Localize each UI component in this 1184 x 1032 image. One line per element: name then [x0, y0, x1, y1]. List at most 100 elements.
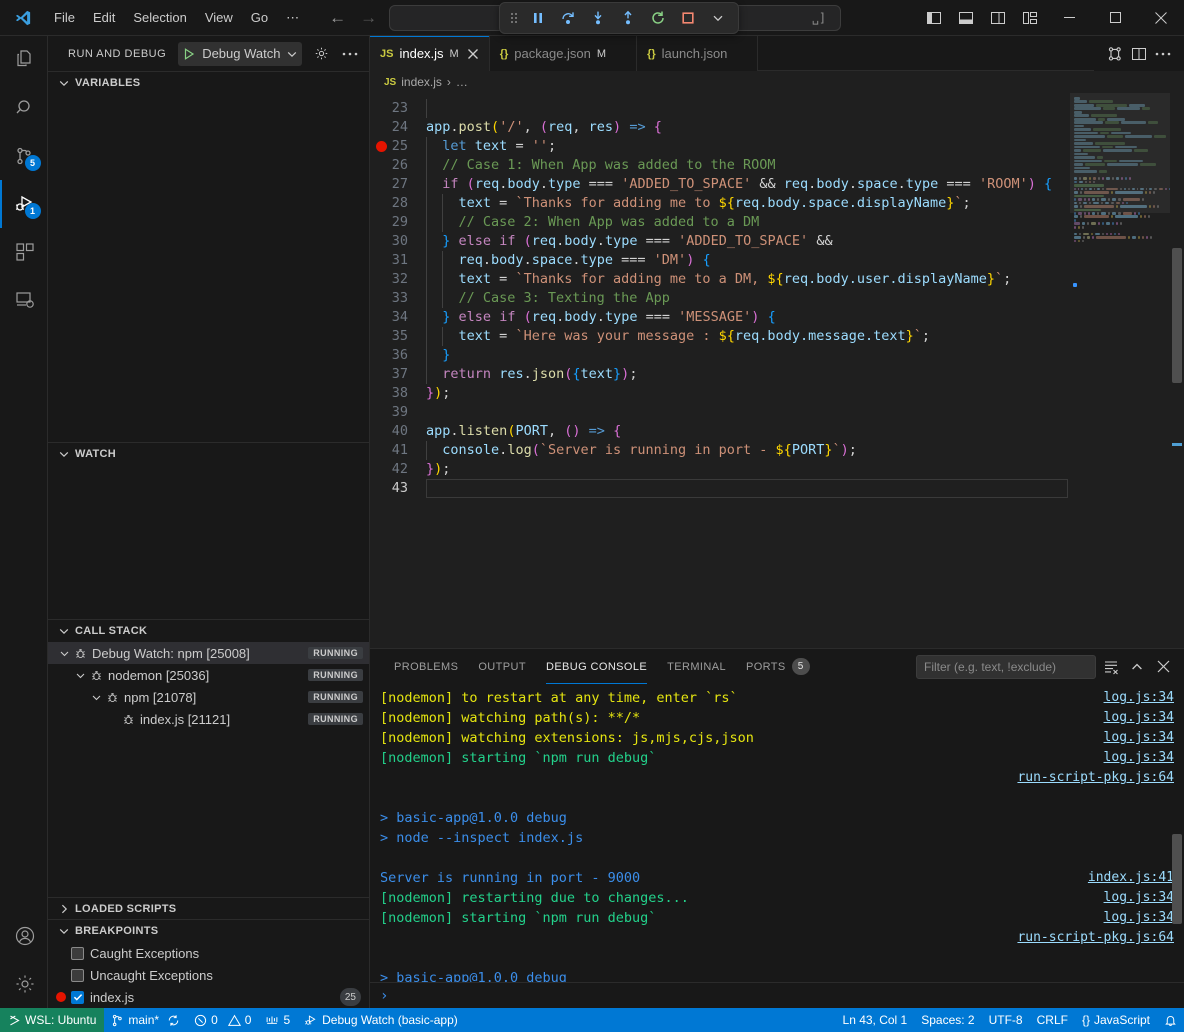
line-number[interactable]: 38	[370, 384, 426, 403]
status-cursor-position[interactable]: Ln 43, Col 1	[836, 1008, 915, 1032]
activity-manage-settings[interactable]	[0, 960, 48, 1008]
code-line[interactable]: 28 text = `Thanks for adding me to ${req…	[370, 194, 1184, 213]
activity-run-and-debug[interactable]: 1	[0, 180, 48, 228]
step-into-button[interactable]	[584, 5, 612, 31]
breakpoint-row[interactable]: Caught Exceptions	[48, 942, 369, 964]
line-number[interactable]: 37	[370, 365, 426, 384]
status-indentation[interactable]: Spaces: 2	[914, 1008, 981, 1032]
split-editor-button[interactable]	[1128, 43, 1150, 65]
close-button[interactable]	[1138, 0, 1184, 36]
code-line[interactable]: 32 text = `Thanks for adding me to a DM,…	[370, 270, 1184, 289]
panel-tab[interactable]: TERMINAL	[657, 649, 736, 684]
activity-source-control[interactable]: 5	[0, 132, 48, 180]
status-encoding[interactable]: UTF-8	[982, 1008, 1030, 1032]
breakpoints-section-header[interactable]: BREAKPOINTS	[48, 920, 369, 942]
line-number[interactable]: 26	[370, 156, 426, 175]
loaded-scripts-section-header[interactable]: LOADED SCRIPTS	[48, 898, 369, 920]
chevron-down-icon[interactable]	[286, 48, 298, 60]
line-number[interactable]: 23	[370, 99, 426, 118]
editor-more-actions-icon[interactable]	[1152, 43, 1174, 65]
code-line[interactable]: 31 req.body.space.type === 'DM') {	[370, 251, 1184, 270]
call-stack-row[interactable]: Debug Watch: npm [25008]RUNNING	[48, 642, 369, 664]
code-line[interactable]: 40app.listen(PORT, () => {	[370, 422, 1184, 441]
maximize-panel-button[interactable]	[1126, 656, 1148, 678]
panel-tab[interactable]: PROBLEMS	[384, 649, 468, 684]
call-stack-row[interactable]: nodemon [25036]RUNNING	[48, 664, 369, 686]
status-eol[interactable]: CRLF	[1030, 1008, 1075, 1032]
breakpoint-checkbox[interactable]	[71, 991, 84, 1004]
code-line[interactable]: 27 if (req.body.type === 'ADDED_TO_SPACE…	[370, 175, 1184, 194]
console-source-link[interactable]: log.js:34	[1092, 748, 1174, 768]
toggle-primary-sidebar-button[interactable]	[918, 2, 950, 34]
toggle-secondary-sidebar-button[interactable]	[982, 2, 1014, 34]
line-number[interactable]: 35	[370, 327, 426, 346]
console-source-link[interactable]: log.js:34	[1092, 728, 1174, 748]
panel-tab[interactable]: PORTS5	[736, 649, 820, 684]
code-line[interactable]: 35 text = `Here was your message : ${req…	[370, 327, 1184, 346]
menu-view[interactable]: View	[197, 7, 241, 28]
activity-remote-explorer[interactable]	[0, 276, 48, 324]
line-number[interactable]: 33	[370, 289, 426, 308]
chevron-down-icon[interactable]	[704, 5, 732, 31]
editor-scroll-thumb[interactable]	[1172, 248, 1182, 383]
debug-settings-gear-icon[interactable]	[310, 43, 331, 65]
chevron-down-icon[interactable]	[88, 689, 104, 705]
line-number[interactable]: 41	[370, 441, 426, 460]
editor-tab[interactable]: {}launch.json	[637, 36, 758, 71]
code-line[interactable]: 43	[370, 479, 1184, 498]
chevron-down-icon[interactable]	[56, 645, 72, 661]
line-number[interactable]: 28	[370, 194, 426, 213]
breakpoint-row[interactable]: index.js25	[48, 986, 369, 1008]
arrow-right-icon[interactable]: →	[360, 8, 377, 28]
editor-tab[interactable]: JSindex.jsM	[370, 36, 490, 71]
variables-section-header[interactable]: VARIABLES	[48, 72, 369, 94]
menu-file[interactable]: File	[46, 7, 83, 28]
code-line[interactable]: 26 // Case 1: When App was added to the …	[370, 156, 1184, 175]
activity-explorer[interactable]	[0, 36, 48, 84]
code-line[interactable]: 24app.post('/', (req, res) => {	[370, 118, 1184, 137]
status-language-mode[interactable]: {} JavaScript	[1075, 1008, 1157, 1032]
code-line[interactable]: 34 } else if (req.body.type === 'MESSAGE…	[370, 308, 1184, 327]
call-stack-row[interactable]: npm [21078]RUNNING	[48, 686, 369, 708]
status-remote[interactable]: WSL: Ubuntu	[0, 1008, 104, 1032]
line-number[interactable]: 43	[370, 479, 426, 498]
menu-selection[interactable]: Selection	[125, 7, 194, 28]
line-number[interactable]: 31	[370, 251, 426, 270]
console-source-link[interactable]: log.js:34	[1092, 908, 1174, 928]
console-source-link[interactable]: log.js:34	[1092, 888, 1174, 908]
code-line[interactable]: 41 console.log(`Server is running in por…	[370, 441, 1184, 460]
minimap-slider[interactable]	[1070, 93, 1170, 213]
call-stack-section-header[interactable]: CALL STACK	[48, 620, 369, 642]
panel-scroll-thumb[interactable]	[1172, 834, 1182, 924]
code-editor[interactable]: 2324app.post('/', (req, res) => {25 let …	[370, 93, 1184, 648]
chevron-down-icon[interactable]	[72, 667, 88, 683]
line-number[interactable]: 34	[370, 308, 426, 327]
code-line[interactable]: 25 let text = '';	[370, 137, 1184, 156]
editor-tab-close-icon[interactable]	[467, 48, 479, 60]
pause-button[interactable]	[524, 5, 552, 31]
breakpoint-checkbox[interactable]	[71, 947, 84, 960]
status-ports[interactable]: 5	[258, 1008, 297, 1032]
editor-scrollbar[interactable]	[1170, 93, 1184, 648]
breakpoint-dot-icon[interactable]	[376, 141, 387, 152]
debug-toolbar[interactable]	[499, 2, 739, 34]
status-branch[interactable]: main*	[104, 1008, 187, 1032]
customize-layout-button[interactable]	[1014, 2, 1046, 34]
line-number[interactable]: 29	[370, 213, 426, 232]
menu-more[interactable]: ⋯	[278, 7, 307, 29]
line-number[interactable]: 42	[370, 460, 426, 479]
line-number[interactable]: 25	[370, 137, 426, 156]
minimize-button[interactable]	[1046, 0, 1092, 36]
status-notifications[interactable]	[1157, 1008, 1184, 1032]
menu-go[interactable]: Go	[243, 7, 276, 28]
minimap[interactable]	[1070, 93, 1170, 648]
line-number[interactable]: 36	[370, 346, 426, 365]
line-number[interactable]: 27	[370, 175, 426, 194]
toggle-panel-button[interactable]	[950, 2, 982, 34]
console-filter-input[interactable]: Filter (e.g. text, !exclude)	[916, 655, 1096, 679]
arrow-left-icon[interactable]: ←	[329, 8, 346, 28]
watch-section-header[interactable]: WATCH	[48, 443, 369, 465]
code-line[interactable]: 23	[370, 99, 1184, 118]
code-line[interactable]: 33 // Case 3: Texting the App	[370, 289, 1184, 308]
line-number[interactable]: 40	[370, 422, 426, 441]
